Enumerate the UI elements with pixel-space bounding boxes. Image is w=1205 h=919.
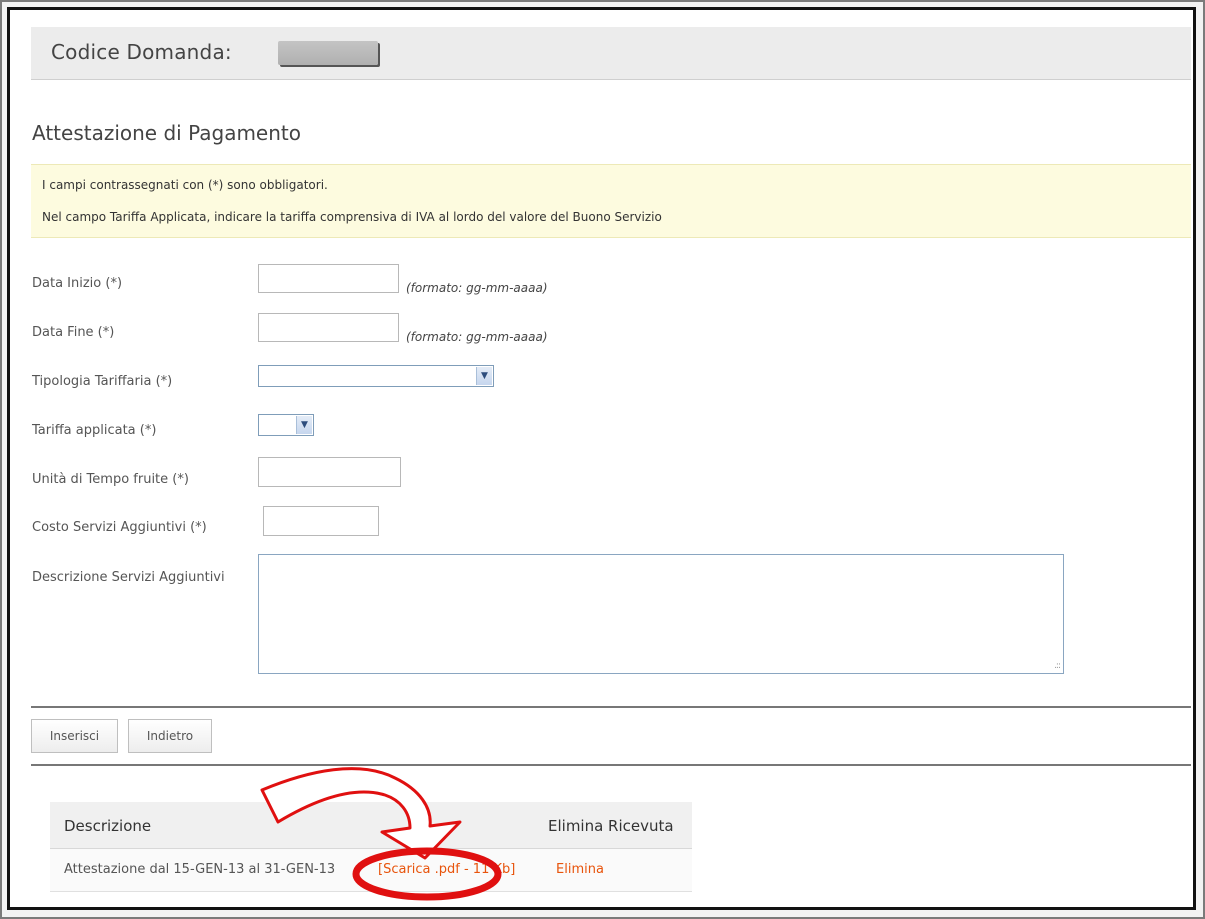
notice-line-2: Nel campo Tariffa Applicata, indicare la…: [42, 210, 662, 224]
notice-line-1: I campi contrassegnati con (*) sono obbl…: [42, 178, 328, 192]
header-elimina-ricevuta: Elimina Ricevuta: [548, 817, 674, 835]
indietro-button[interactable]: Indietro: [128, 719, 212, 753]
costo-servizi-input[interactable]: [263, 506, 379, 536]
receipts-table: Descrizione Elimina Ricevuta Attestazion…: [50, 802, 692, 894]
required-fields-notice: I campi contrassegnati con (*) sono obbl…: [31, 164, 1191, 238]
row-descrizione: Attestazione dal 15-GEN-13 al 31-GEN-13: [64, 862, 336, 877]
download-pdf-link[interactable]: [Scarica .pdf - 11 Kb]: [378, 862, 515, 877]
redacted-code: [278, 41, 378, 65]
section-title: Attestazione di Pagamento: [32, 121, 301, 145]
data-inizio-format-hint: (formato: gg-mm-aaaa): [406, 281, 548, 295]
header-descrizione: Descrizione: [64, 817, 152, 835]
header-bar: Codice Domanda:: [31, 27, 1191, 80]
costo-servizi-label: Costo Servizi Aggiuntivi (*): [32, 520, 207, 535]
chevron-down-icon: ▼: [296, 416, 312, 434]
unita-tempo-input[interactable]: [258, 457, 401, 487]
tipologia-tariffaria-select[interactable]: ▼: [258, 365, 494, 387]
inserisci-button[interactable]: Inserisci: [31, 719, 118, 753]
elimina-link[interactable]: Elimina: [556, 862, 604, 877]
divider-bottom: [31, 764, 1191, 766]
page-header-title: Codice Domanda:: [51, 40, 232, 64]
table-row: Attestazione dal 15-GEN-13 al 31-GEN-13 …: [50, 849, 692, 892]
resize-grip-icon[interactable]: .::: [1054, 661, 1061, 671]
data-inizio-label: Data Inizio (*): [32, 276, 123, 291]
descrizione-servizi-textarea[interactable]: .::: [258, 554, 1064, 674]
data-fine-label: Data Fine (*): [32, 325, 115, 340]
data-inizio-input[interactable]: [258, 264, 399, 293]
chevron-down-icon: ▼: [476, 367, 492, 385]
unita-tempo-label: Unità di Tempo fruite (*): [32, 472, 189, 487]
data-fine-format-hint: (formato: gg-mm-aaaa): [406, 330, 548, 344]
tariffa-applicata-select[interactable]: ▼: [258, 414, 314, 436]
divider-top: [31, 706, 1191, 708]
tariffa-applicata-label: Tariffa applicata (*): [32, 423, 157, 438]
tipologia-tariffaria-label: Tipologia Tariffaria (*): [32, 374, 173, 389]
descrizione-servizi-label: Descrizione Servizi Aggiuntivi: [32, 570, 225, 585]
table-header: Descrizione Elimina Ricevuta: [50, 802, 692, 849]
data-fine-input[interactable]: [258, 313, 399, 342]
